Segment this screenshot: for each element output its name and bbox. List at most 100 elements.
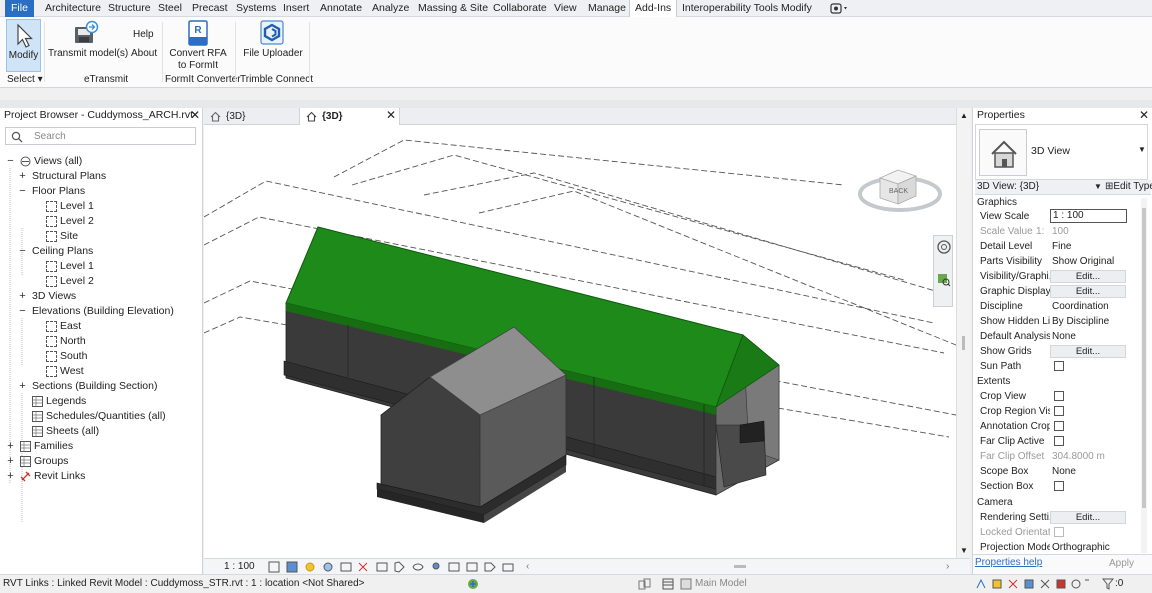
tab-add-ins[interactable]: Add-Ins	[629, 0, 678, 18]
tab-view[interactable]: View	[554, 0, 577, 17]
expand-icon[interactable]: +	[6, 454, 15, 469]
tree-item[interactable]: Level 1	[0, 259, 200, 274]
edit-type-button[interactable]: ⊞Edit Type	[1105, 181, 1152, 192]
rendering-settings-edit-button[interactable]: Edit...	[1050, 511, 1126, 524]
tree-item[interactable]: + Families	[0, 439, 200, 454]
tab-interoperability-tools[interactable]: Interoperability Tools	[682, 0, 778, 17]
tree-item[interactable]: West	[0, 364, 200, 379]
worksets-icon[interactable]	[467, 578, 479, 590]
viewport-vertical-scrollbar[interactable]: ▲ ▼	[956, 108, 970, 574]
viewcube[interactable]: BACK	[858, 158, 943, 216]
scroll-up-icon[interactable]: ▲	[960, 111, 968, 120]
instance-selector[interactable]: 3D View: {3D} ▼ ⊞Edit Type	[975, 180, 1152, 195]
design-options-icon[interactable]	[638, 578, 652, 590]
view-scale-label[interactable]: 1 : 100	[224, 560, 255, 573]
expand-icon[interactable]: +	[6, 439, 15, 454]
show-grids-edit-button[interactable]: Edit...	[1050, 345, 1126, 358]
tree-item[interactable]: − Views (all)	[0, 154, 200, 169]
tree-item[interactable]: − Elevations (Building Elevation)	[0, 304, 200, 319]
tree-item[interactable]: Level 2	[0, 274, 200, 289]
about-button[interactable]: About	[131, 48, 157, 59]
steering-wheel-icon[interactable]	[937, 240, 951, 254]
properties-scrollbar[interactable]	[1141, 198, 1147, 553]
select-dropdown[interactable]: Select ▾	[7, 74, 43, 85]
tab-precast[interactable]: Precast	[192, 0, 228, 17]
sun-path-checkbox[interactable]	[1054, 361, 1064, 371]
apply-button[interactable]: Apply	[1109, 558, 1134, 569]
expand-icon[interactable]: +	[18, 169, 27, 184]
main-model-label[interactable]: Main Model	[695, 578, 747, 589]
file-uploader-button[interactable]: File Uploader	[243, 19, 303, 61]
tree-item[interactable]: Legends	[0, 394, 200, 409]
close-icon[interactable]: ✕	[1139, 109, 1149, 121]
zoom-icon[interactable]	[937, 273, 951, 287]
tree-item[interactable]: + Groups	[0, 454, 200, 469]
tree-item[interactable]: North	[0, 334, 200, 349]
prop-show-hidden-lines[interactable]: Show Hidden Li... By Discipline	[975, 314, 1139, 329]
scroll-down-icon[interactable]: ▼	[960, 546, 968, 555]
tab-modify[interactable]: Modify	[781, 0, 812, 17]
tab-architecture[interactable]: Architecture	[45, 0, 101, 17]
tree-item[interactable]: South	[0, 349, 200, 364]
crop-region-checkbox[interactable]	[1054, 406, 1064, 416]
horizontal-scrollbar-thumb[interactable]	[734, 565, 746, 568]
tab-analyze[interactable]: Analyze	[372, 0, 409, 17]
scroll-right-icon[interactable]: ›	[946, 561, 949, 573]
tree-item[interactable]: +3D Views	[0, 289, 200, 304]
tree-item[interactable]: − Floor Plans	[0, 184, 200, 199]
group-graphics[interactable]: Graphics	[975, 195, 1139, 210]
type-selector[interactable]: 3D View ▼	[975, 124, 1148, 180]
convert-rfa-button[interactable]: R Convert RFA to FormIt	[168, 19, 228, 71]
view-switcher-icon[interactable]	[830, 3, 850, 14]
tab-collaborate[interactable]: Collaborate	[493, 0, 547, 17]
view-tab-2-active[interactable]: {3D} ✕	[300, 108, 400, 125]
view-scale-input[interactable]: 1 : 100	[1050, 209, 1127, 223]
tree-item[interactable]: Level 1	[0, 199, 200, 214]
tab-insert[interactable]: Insert	[283, 0, 309, 17]
prop-detail-level[interactable]: Detail Level Fine	[975, 239, 1139, 254]
group-camera[interactable]: Camera	[975, 495, 1139, 510]
visibility-graphics-edit-button[interactable]: Edit...	[1050, 270, 1126, 283]
annotation-crop-checkbox[interactable]	[1054, 421, 1064, 431]
tree-item[interactable]: East	[0, 319, 200, 334]
view-tab-1[interactable]: {3D}	[204, 108, 300, 125]
prop-scope-box[interactable]: Scope Box None	[975, 464, 1139, 479]
tab-file[interactable]: File	[5, 0, 34, 17]
tree-item[interactable]: Site	[0, 229, 200, 244]
help-button[interactable]: Help	[133, 29, 154, 40]
collapse-icon[interactable]: −	[18, 304, 27, 319]
tree-item[interactable]: + Revit Links	[0, 469, 200, 484]
expand-icon[interactable]: +	[18, 379, 27, 394]
prop-projection-mode[interactable]: Projection Mode Orthographic	[975, 540, 1139, 555]
tree-item[interactable]: Level 2	[0, 214, 200, 229]
prop-view-scale[interactable]: View Scale 1 : 100	[975, 209, 1139, 224]
prop-default-analysis[interactable]: Default Analysis... None	[975, 329, 1139, 344]
tab-systems[interactable]: Systems	[236, 0, 276, 17]
collapse-icon[interactable]: −	[18, 244, 27, 259]
tree-item[interactable]: + Sections (Building Section)	[0, 379, 200, 394]
tree-item[interactable]: − Ceiling Plans	[0, 244, 200, 259]
close-tab-icon[interactable]: ✕	[386, 109, 396, 122]
expand-icon[interactable]: +	[6, 469, 15, 484]
3d-viewport[interactable]: BACK	[204, 125, 956, 558]
far-clip-active-checkbox[interactable]	[1054, 436, 1064, 446]
tree-item[interactable]: Schedules/Quantities (all)	[0, 409, 200, 424]
collapse-icon[interactable]: −	[6, 154, 15, 169]
collapse-icon[interactable]: −	[18, 184, 27, 199]
properties-scrollbar-thumb[interactable]	[1142, 208, 1146, 508]
tab-structure[interactable]: Structure	[108, 0, 151, 17]
expand-icon[interactable]: +	[18, 289, 27, 304]
prop-parts-visibility[interactable]: Parts Visibility Show Original	[975, 254, 1139, 269]
graphic-display-edit-button[interactable]: Edit...	[1050, 285, 1126, 298]
tab-massing-site[interactable]: Massing & Site	[418, 0, 488, 17]
tree-item[interactable]: + Structural Plans	[0, 169, 200, 184]
prop-discipline[interactable]: Discipline Coordination	[975, 299, 1139, 314]
section-box-checkbox[interactable]	[1054, 481, 1064, 491]
group-extents[interactable]: Extents	[975, 374, 1139, 389]
scroll-left-icon[interactable]: ‹	[526, 561, 529, 573]
table-icon[interactable]	[662, 578, 674, 590]
modify-button[interactable]: Modify	[6, 19, 41, 72]
tab-steel[interactable]: Steel	[158, 0, 182, 17]
properties-help-link[interactable]: Properties help	[975, 557, 1042, 568]
scrollbar-thumb[interactable]	[962, 336, 965, 350]
